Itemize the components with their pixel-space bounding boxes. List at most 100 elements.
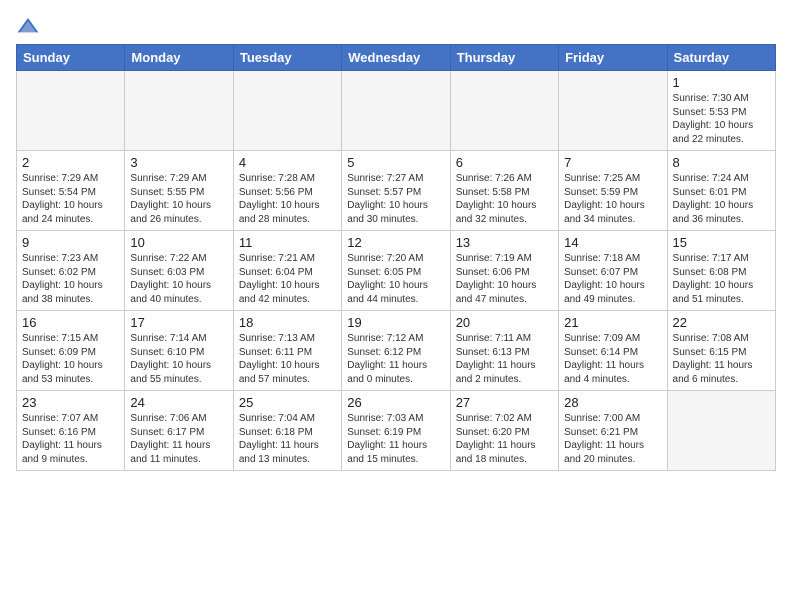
calendar-cell: 15 Sunrise: 7:17 AM Sunset: 6:08 PM Dayli… bbox=[667, 231, 775, 311]
day-number: 12 bbox=[347, 235, 444, 250]
day-info: Sunrise: 7:19 AM Sunset: 6:06 PM Dayligh… bbox=[456, 252, 553, 306]
calendar-cell: 14 Sunrise: 7:18 AM Sunset: 6:07 PM Dayli… bbox=[559, 231, 667, 311]
day-header-wednesday: Wednesday bbox=[342, 45, 450, 71]
day-info: Sunrise: 7:12 AM Sunset: 6:12 PM Dayligh… bbox=[347, 332, 444, 386]
day-info: Sunrise: 7:08 AM Sunset: 6:15 PM Dayligh… bbox=[673, 332, 770, 386]
page-header bbox=[16, 16, 776, 36]
day-info: Sunrise: 7:03 AM Sunset: 6:19 PM Dayligh… bbox=[347, 412, 444, 466]
day-number: 1 bbox=[673, 75, 770, 90]
calendar-cell bbox=[450, 71, 558, 151]
logo-icon bbox=[16, 16, 40, 36]
calendar-cell: 7 Sunrise: 7:25 AM Sunset: 5:59 PM Daylig… bbox=[559, 151, 667, 231]
day-info: Sunrise: 7:18 AM Sunset: 6:07 PM Dayligh… bbox=[564, 252, 661, 306]
day-number: 21 bbox=[564, 315, 661, 330]
day-number: 6 bbox=[456, 155, 553, 170]
day-number: 4 bbox=[239, 155, 336, 170]
calendar-cell bbox=[559, 71, 667, 151]
calendar-cell: 12 Sunrise: 7:20 AM Sunset: 6:05 PM Dayli… bbox=[342, 231, 450, 311]
calendar-cell: 8 Sunrise: 7:24 AM Sunset: 6:01 PM Daylig… bbox=[667, 151, 775, 231]
day-number: 28 bbox=[564, 395, 661, 410]
day-info: Sunrise: 7:24 AM Sunset: 6:01 PM Dayligh… bbox=[673, 172, 770, 226]
calendar-cell bbox=[125, 71, 233, 151]
day-info: Sunrise: 7:26 AM Sunset: 5:58 PM Dayligh… bbox=[456, 172, 553, 226]
day-info: Sunrise: 7:02 AM Sunset: 6:20 PM Dayligh… bbox=[456, 412, 553, 466]
day-info: Sunrise: 7:13 AM Sunset: 6:11 PM Dayligh… bbox=[239, 332, 336, 386]
calendar-cell: 16Sunrise: 7:15 AM Sunset: 6:09 PM Dayli… bbox=[17, 311, 125, 391]
calendar-cell bbox=[17, 71, 125, 151]
day-number: 19 bbox=[347, 315, 444, 330]
calendar-cell: 3Sunrise: 7:29 AM Sunset: 5:55 PM Daylig… bbox=[125, 151, 233, 231]
day-info: Sunrise: 7:15 AM Sunset: 6:09 PM Dayligh… bbox=[22, 332, 119, 386]
day-number: 26 bbox=[347, 395, 444, 410]
calendar-week-4: 16Sunrise: 7:15 AM Sunset: 6:09 PM Dayli… bbox=[17, 311, 776, 391]
calendar-week-1: 1 Sunrise: 7:30 AM Sunset: 5:53 PM Daylig… bbox=[17, 71, 776, 151]
calendar-cell: 22 Sunrise: 7:08 AM Sunset: 6:15 PM Dayli… bbox=[667, 311, 775, 391]
day-header-saturday: Saturday bbox=[667, 45, 775, 71]
calendar-cell: 27 Sunrise: 7:02 AM Sunset: 6:20 PM Dayli… bbox=[450, 391, 558, 471]
day-number: 15 bbox=[673, 235, 770, 250]
day-number: 3 bbox=[130, 155, 227, 170]
day-info: Sunrise: 7:14 AM Sunset: 6:10 PM Dayligh… bbox=[130, 332, 227, 386]
day-info: Sunrise: 7:29 AM Sunset: 5:54 PM Dayligh… bbox=[22, 172, 119, 226]
calendar-cell bbox=[342, 71, 450, 151]
day-info: Sunrise: 7:06 AM Sunset: 6:17 PM Dayligh… bbox=[130, 412, 227, 466]
calendar-cell: 5 Sunrise: 7:27 AM Sunset: 5:57 PM Daylig… bbox=[342, 151, 450, 231]
calendar-table: SundayMondayTuesdayWednesdayThursdayFrid… bbox=[16, 44, 776, 471]
calendar-cell: 26 Sunrise: 7:03 AM Sunset: 6:19 PM Dayli… bbox=[342, 391, 450, 471]
calendar-cell: 13 Sunrise: 7:19 AM Sunset: 6:06 PM Dayli… bbox=[450, 231, 558, 311]
calendar-cell: 23 Sunrise: 7:07 AM Sunset: 6:16 PM Dayli… bbox=[17, 391, 125, 471]
day-number: 8 bbox=[673, 155, 770, 170]
calendar-cell: 6 Sunrise: 7:26 AM Sunset: 5:58 PM Daylig… bbox=[450, 151, 558, 231]
day-number: 10 bbox=[130, 235, 227, 250]
day-number: 24 bbox=[130, 395, 227, 410]
day-info: Sunrise: 7:25 AM Sunset: 5:59 PM Dayligh… bbox=[564, 172, 661, 226]
calendar-cell: 2 Sunrise: 7:29 AM Sunset: 5:54 PM Daylig… bbox=[17, 151, 125, 231]
calendar-cell: 1 Sunrise: 7:30 AM Sunset: 5:53 PM Daylig… bbox=[667, 71, 775, 151]
day-number: 22 bbox=[673, 315, 770, 330]
day-info: Sunrise: 7:07 AM Sunset: 6:16 PM Dayligh… bbox=[22, 412, 119, 466]
day-header-friday: Friday bbox=[559, 45, 667, 71]
calendar-cell: 10 Sunrise: 7:22 AM Sunset: 6:03 PM Dayli… bbox=[125, 231, 233, 311]
calendar-cell: 21 Sunrise: 7:09 AM Sunset: 6:14 PM Dayli… bbox=[559, 311, 667, 391]
day-number: 13 bbox=[456, 235, 553, 250]
calendar-cell: 18 Sunrise: 7:13 AM Sunset: 6:11 PM Dayli… bbox=[233, 311, 341, 391]
day-number: 11 bbox=[239, 235, 336, 250]
day-info: Sunrise: 7:27 AM Sunset: 5:57 PM Dayligh… bbox=[347, 172, 444, 226]
day-number: 2 bbox=[22, 155, 119, 170]
day-info: Sunrise: 7:30 AM Sunset: 5:53 PM Dayligh… bbox=[673, 92, 770, 146]
calendar-cell: 17 Sunrise: 7:14 AM Sunset: 6:10 PM Dayli… bbox=[125, 311, 233, 391]
calendar-cell: 11 Sunrise: 7:21 AM Sunset: 6:04 PM Dayli… bbox=[233, 231, 341, 311]
day-number: 5 bbox=[347, 155, 444, 170]
day-number: 18 bbox=[239, 315, 336, 330]
day-number: 9 bbox=[22, 235, 119, 250]
calendar-cell: 24 Sunrise: 7:06 AM Sunset: 6:17 PM Dayli… bbox=[125, 391, 233, 471]
logo bbox=[16, 16, 44, 36]
day-number: 14 bbox=[564, 235, 661, 250]
day-info: Sunrise: 7:23 AM Sunset: 6:02 PM Dayligh… bbox=[22, 252, 119, 306]
calendar-week-3: 9 Sunrise: 7:23 AM Sunset: 6:02 PM Daylig… bbox=[17, 231, 776, 311]
day-header-monday: Monday bbox=[125, 45, 233, 71]
calendar-cell: 9 Sunrise: 7:23 AM Sunset: 6:02 PM Daylig… bbox=[17, 231, 125, 311]
day-info: Sunrise: 7:21 AM Sunset: 6:04 PM Dayligh… bbox=[239, 252, 336, 306]
day-number: 23 bbox=[22, 395, 119, 410]
day-info: Sunrise: 7:17 AM Sunset: 6:08 PM Dayligh… bbox=[673, 252, 770, 306]
calendar-cell: 20 Sunrise: 7:11 AM Sunset: 6:13 PM Dayli… bbox=[450, 311, 558, 391]
calendar-cell: 4 Sunrise: 7:28 AM Sunset: 5:56 PM Daylig… bbox=[233, 151, 341, 231]
day-info: Sunrise: 7:09 AM Sunset: 6:14 PM Dayligh… bbox=[564, 332, 661, 386]
day-info: Sunrise: 7:28 AM Sunset: 5:56 PM Dayligh… bbox=[239, 172, 336, 226]
calendar-cell bbox=[233, 71, 341, 151]
day-header-tuesday: Tuesday bbox=[233, 45, 341, 71]
calendar-cell bbox=[667, 391, 775, 471]
calendar-header-row: SundayMondayTuesdayWednesdayThursdayFrid… bbox=[17, 45, 776, 71]
day-number: 7 bbox=[564, 155, 661, 170]
day-info: Sunrise: 7:04 AM Sunset: 6:18 PM Dayligh… bbox=[239, 412, 336, 466]
calendar-week-5: 23 Sunrise: 7:07 AM Sunset: 6:16 PM Dayli… bbox=[17, 391, 776, 471]
day-info: Sunrise: 7:20 AM Sunset: 6:05 PM Dayligh… bbox=[347, 252, 444, 306]
day-number: 17 bbox=[130, 315, 227, 330]
day-header-thursday: Thursday bbox=[450, 45, 558, 71]
calendar-week-2: 2 Sunrise: 7:29 AM Sunset: 5:54 PM Daylig… bbox=[17, 151, 776, 231]
day-info: Sunrise: 7:22 AM Sunset: 6:03 PM Dayligh… bbox=[130, 252, 227, 306]
day-number: 20 bbox=[456, 315, 553, 330]
day-number: 27 bbox=[456, 395, 553, 410]
day-info: Sunrise: 7:11 AM Sunset: 6:13 PM Dayligh… bbox=[456, 332, 553, 386]
